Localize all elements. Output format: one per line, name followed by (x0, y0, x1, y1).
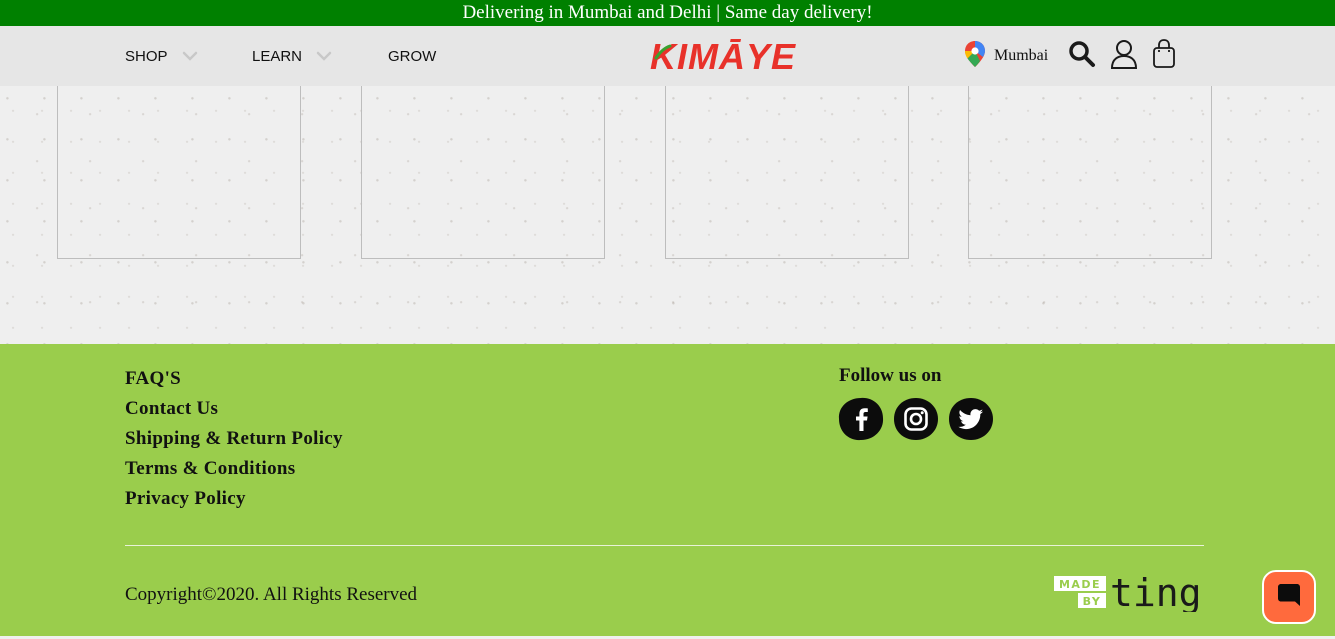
announcement-text: Delivering in Mumbai and Delhi | Same da… (462, 2, 873, 23)
chevron-down-icon (316, 51, 332, 61)
chat-icon (1276, 582, 1302, 613)
footer-link-contact[interactable]: Contact Us (125, 398, 218, 420)
brand-logo[interactable]: KIMĀYE (650, 36, 798, 77)
copyright-text: Copyright©2020. All Rights Reserved (125, 584, 418, 605)
map-pin-icon (964, 40, 986, 73)
footer-divider (125, 545, 1204, 546)
facebook-link[interactable] (838, 397, 884, 441)
search-button[interactable] (1068, 26, 1096, 86)
nav-grow-label: GROW (388, 47, 437, 65)
user-icon (1110, 39, 1138, 74)
follow-heading: Follow us on (839, 365, 942, 386)
footer-link-privacy[interactable]: Privacy Policy (125, 488, 246, 510)
chevron-down-icon (182, 51, 198, 61)
nav-grow[interactable]: GROW (388, 26, 436, 86)
nav-learn[interactable]: LEARN (252, 26, 332, 86)
twitter-link[interactable] (948, 397, 994, 441)
product-card[interactable] (968, 86, 1212, 259)
facebook-icon (838, 397, 884, 441)
product-card[interactable] (57, 86, 301, 259)
announcement-bar: Delivering in Mumbai and Delhi | Same da… (0, 0, 1335, 26)
svg-text:BY: BY (1083, 595, 1102, 608)
product-card[interactable] (361, 86, 605, 259)
product-card[interactable] (665, 86, 909, 259)
search-icon (1068, 40, 1096, 73)
made-by-ting-logo[interactable]: MADE BY ting (1054, 571, 1206, 615)
shopping-bag-icon (1152, 38, 1176, 74)
footer-link-shipping[interactable]: Shipping & Return Policy (125, 428, 343, 450)
site-header: SHOP LEARN GROW KIMĀYE Mumbai (0, 26, 1335, 86)
twitter-icon (949, 398, 993, 440)
nav-shop-label: SHOP (125, 47, 168, 65)
footer-link-terms[interactable]: Terms & Conditions (125, 458, 295, 480)
svg-text:MADE: MADE (1059, 578, 1101, 591)
chat-button[interactable] (1262, 570, 1316, 624)
account-button[interactable] (1110, 26, 1138, 86)
cart-button[interactable] (1152, 26, 1176, 86)
instagram-icon (894, 398, 938, 440)
nav-learn-label: LEARN (252, 47, 303, 65)
nav-shop[interactable]: SHOP (125, 26, 198, 86)
city-name: Mumbai (994, 47, 1049, 64)
footer-link-faqs[interactable]: FAQ'S (125, 368, 181, 390)
svg-text:ting: ting (1110, 576, 1202, 612)
location-selector[interactable]: Mumbai (964, 26, 1048, 86)
brand-logo-text: KIMĀYE (650, 36, 796, 76)
instagram-link[interactable] (893, 397, 939, 441)
